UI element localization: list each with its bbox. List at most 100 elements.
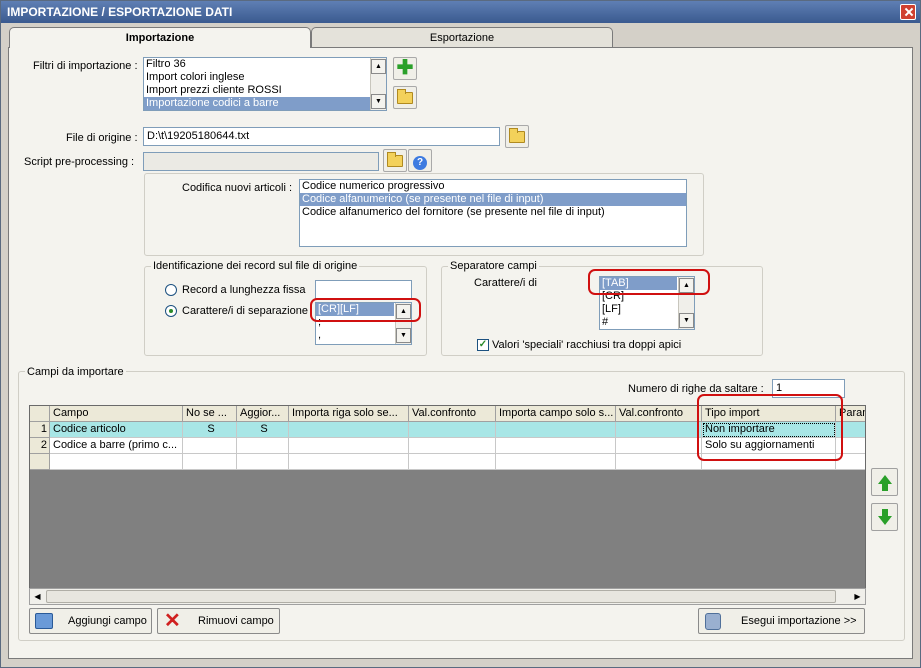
- cell-campo[interactable]: Codice articolo: [50, 422, 183, 438]
- scroll-down-icon[interactable]: ▼: [679, 313, 694, 328]
- codifica-list[interactable]: Codice numerico progressivo Codice alfan…: [299, 179, 687, 247]
- cell-val-confronto[interactable]: [616, 422, 702, 438]
- column-header[interactable]: No se ...: [183, 406, 237, 422]
- filters-scrollbar[interactable]: ▲ ▼: [370, 58, 386, 110]
- folder-icon: [387, 152, 403, 167]
- add-filter-button[interactable]: ✚: [393, 57, 417, 80]
- help-icon: ?: [413, 156, 427, 170]
- quotes-checkbox[interactable]: ✓: [477, 339, 489, 351]
- open-filter-button[interactable]: [393, 86, 417, 109]
- list-item[interactable]: Codice numerico progressivo: [300, 180, 686, 193]
- cell-campo[interactable]: Codice a barre (primo c...: [50, 438, 183, 454]
- record-length-input[interactable]: [315, 280, 412, 299]
- scroll-down-icon[interactable]: ▼: [396, 328, 411, 343]
- browse-script-button[interactable]: [383, 149, 407, 172]
- list-item[interactable]: Import prezzi cliente ROSSI: [144, 84, 386, 97]
- grid-horizontal-scrollbar[interactable]: ◀ ▶: [29, 588, 866, 605]
- radio-fixed-length[interactable]: [165, 284, 177, 296]
- row-number: [30, 454, 50, 470]
- column-header[interactable]: Val.confronto: [409, 406, 496, 422]
- folder-icon: [509, 128, 525, 143]
- scroll-thumb[interactable]: [46, 590, 836, 603]
- remove-field-label: Rimuovi campo: [198, 615, 274, 627]
- separator-title: Separatore campi: [448, 260, 539, 272]
- source-file-input[interactable]: D:\t\19205180644.txt: [143, 127, 500, 146]
- plus-icon: ✚: [396, 57, 414, 79]
- cell-nose[interactable]: [183, 454, 237, 470]
- scroll-up-icon[interactable]: ▲: [371, 59, 386, 74]
- script-label: Script pre-processing :: [24, 156, 135, 168]
- cell-campo[interactable]: [50, 454, 183, 470]
- separator-chars-label: Carattere/i di: [474, 277, 537, 289]
- cell-aggior[interactable]: [237, 438, 289, 454]
- filters-list[interactable]: Filtro 36 Import colori inglese Import p…: [143, 57, 387, 111]
- identification-title: Identificazione dei record sul file di o…: [151, 260, 360, 272]
- filters-label: Filtri di importazione :: [33, 60, 138, 72]
- list-item[interactable]: Codice alfanumerico del fornitore (se pr…: [300, 206, 686, 219]
- column-header[interactable]: Aggior...: [237, 406, 289, 422]
- scroll-right-icon[interactable]: ▶: [851, 590, 864, 603]
- arrow-down-stem: [882, 509, 888, 516]
- fields-title: Campi da importare: [25, 366, 126, 378]
- arrow-up-icon: [878, 475, 892, 484]
- main-window: IMPORTAZIONE / ESPORTAZIONE DATI Importa…: [0, 0, 921, 668]
- script-input[interactable]: [143, 152, 379, 171]
- close-icon[interactable]: [900, 4, 916, 20]
- separator-option-label: Carattere/i di separazione: [182, 305, 308, 317]
- list-item-selected[interactable]: Codice alfanumerico (se presente nel fil…: [300, 193, 686, 206]
- tab-esportazione[interactable]: Esportazione: [311, 27, 613, 47]
- quotes-label: Valori 'speciali' racchiusi tra doppi ap…: [492, 339, 682, 351]
- list-item[interactable]: Import colori inglese: [144, 71, 386, 84]
- highlight-box: [588, 269, 710, 295]
- column-header[interactable]: Campo: [50, 406, 183, 422]
- cell-importa-riga[interactable]: [289, 454, 409, 470]
- run-import-label: Esegui importazione >>: [741, 615, 857, 627]
- cell-nose[interactable]: [183, 438, 237, 454]
- window-title: IMPORTAZIONE / ESPORTAZIONE DATI: [7, 5, 233, 19]
- add-field-label: Aggiungi campo: [68, 615, 147, 627]
- cell-val-confronto[interactable]: [409, 454, 496, 470]
- arrow-up-stem: [882, 484, 888, 491]
- cell-val-confronto[interactable]: [409, 422, 496, 438]
- browse-file-button[interactable]: [505, 125, 529, 148]
- scroll-down-icon[interactable]: ▼: [371, 94, 386, 109]
- cell-aggior[interactable]: S: [237, 422, 289, 438]
- move-up-button[interactable]: [871, 468, 898, 496]
- column-header[interactable]: Importa riga solo se...: [289, 406, 409, 422]
- highlight-box: [697, 394, 843, 461]
- add-field-icon: [35, 613, 53, 629]
- cell-aggior[interactable]: [237, 454, 289, 470]
- add-field-button[interactable]: Aggiungi campo: [29, 608, 152, 634]
- cell-importa-riga[interactable]: [289, 438, 409, 454]
- cell-val-confronto[interactable]: [616, 438, 702, 454]
- column-header[interactable]: Importa campo solo s...: [496, 406, 616, 422]
- folder-icon: [397, 89, 413, 104]
- cell-val-confronto[interactable]: [409, 438, 496, 454]
- row-number: 2: [30, 438, 50, 454]
- remove-field-button[interactable]: ✕ Rimuovi campo: [157, 608, 280, 634]
- tab-importazione[interactable]: Importazione: [9, 27, 311, 48]
- codifica-label: Codifica nuovi articoli :: [182, 182, 293, 194]
- cell-importa-riga[interactable]: [289, 422, 409, 438]
- cell-val-confronto[interactable]: [616, 454, 702, 470]
- highlight-box: [310, 298, 421, 322]
- database-icon: [705, 613, 721, 630]
- help-button[interactable]: ?: [408, 149, 432, 172]
- fixed-length-label: Record a lunghezza fissa: [182, 284, 306, 296]
- cell-importa-campo[interactable]: [496, 422, 616, 438]
- list-item-selected[interactable]: Importazione codici a barre: [144, 97, 370, 110]
- row-header-corner: [30, 406, 50, 422]
- source-file-label: File di origine :: [66, 132, 138, 144]
- run-import-button[interactable]: Esegui importazione >>: [698, 608, 865, 634]
- scroll-left-icon[interactable]: ◀: [31, 590, 44, 603]
- cell-importa-campo[interactable]: [496, 438, 616, 454]
- list-item[interactable]: Filtro 36: [144, 58, 386, 71]
- radio-separator[interactable]: [165, 305, 177, 317]
- row-number: 1: [30, 422, 50, 438]
- cell-nose[interactable]: S: [183, 422, 237, 438]
- arrow-down-icon: [878, 516, 892, 525]
- cell-importa-campo[interactable]: [496, 454, 616, 470]
- window-titlebar: IMPORTAZIONE / ESPORTAZIONE DATI: [1, 1, 920, 23]
- move-down-button[interactable]: [871, 503, 898, 531]
- column-header[interactable]: Val.confronto: [616, 406, 702, 422]
